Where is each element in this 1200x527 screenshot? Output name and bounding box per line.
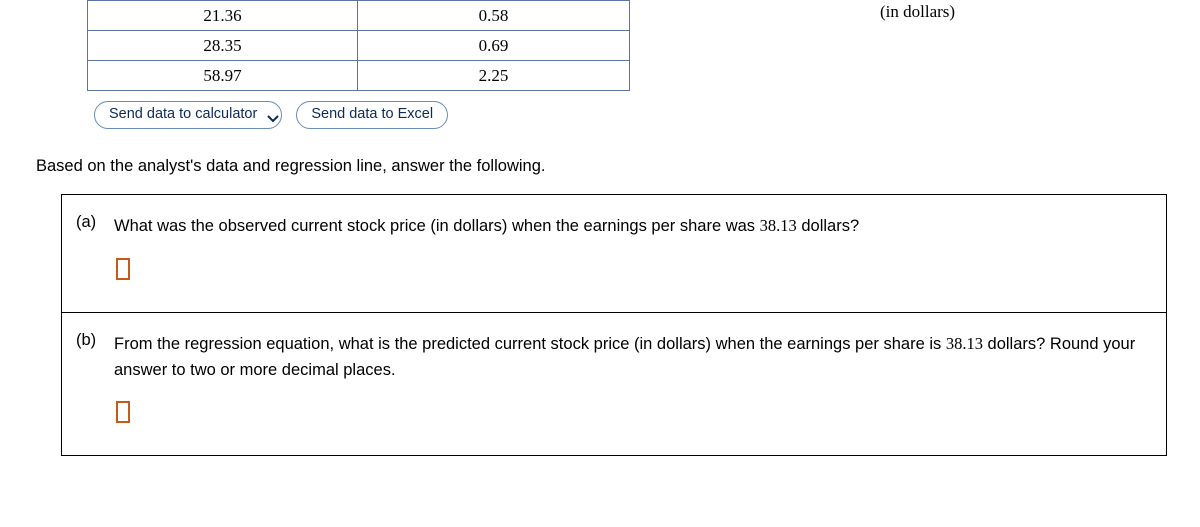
answer-input-a[interactable] xyxy=(116,258,130,280)
send-to-excel-button[interactable]: Send data to Excel xyxy=(296,101,448,129)
instruction-text: Based on the analyst's data and regressi… xyxy=(36,157,1200,176)
question-label: (b) xyxy=(76,331,114,423)
table-cell: 0.58 xyxy=(358,1,630,31)
table-row: 21.36 0.58 xyxy=(88,1,630,31)
button-label: Send data to calculator xyxy=(109,106,257,123)
question-box: (a) What was the observed current stock … xyxy=(61,194,1167,456)
answer-input-b[interactable] xyxy=(116,401,130,423)
question-label: (a) xyxy=(76,213,114,280)
question-b: (b) From the regression equation, what i… xyxy=(62,313,1166,455)
question-text: From the regression equation, what is th… xyxy=(114,331,1152,383)
button-label: Send data to Excel xyxy=(311,106,433,123)
data-table: 21.36 0.58 28.35 0.69 58.97 2.25 xyxy=(87,0,630,91)
table-row: 58.97 2.25 xyxy=(88,61,630,91)
table-cell: 2.25 xyxy=(358,61,630,91)
send-to-calculator-button[interactable]: Send data to calculator xyxy=(94,101,282,129)
table-cell: 28.35 xyxy=(88,31,358,61)
question-a: (a) What was the observed current stock … xyxy=(62,195,1166,313)
table-row: 28.35 0.69 xyxy=(88,31,630,61)
table-cell: 0.69 xyxy=(358,31,630,61)
axis-label-text: (in dollars) xyxy=(880,2,955,22)
table-cell: 21.36 xyxy=(88,1,358,31)
table-cell: 58.97 xyxy=(88,61,358,91)
question-text: What was the observed current stock pric… xyxy=(114,213,1152,240)
